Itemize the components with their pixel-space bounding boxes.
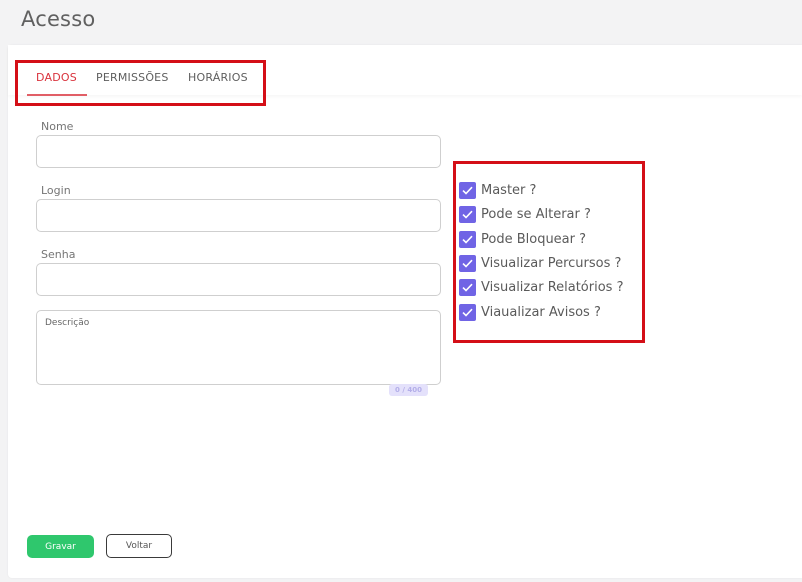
permission-label: Viaualizar Avisos ? bbox=[481, 304, 601, 320]
check-icon bbox=[462, 210, 473, 219]
login-label: Login bbox=[41, 184, 71, 197]
check-icon bbox=[462, 308, 473, 317]
check-icon bbox=[462, 186, 473, 195]
permission-visualizar-avisos[interactable]: Viaualizar Avisos ? bbox=[459, 303, 601, 321]
form-card: DADOS PERMISSÕES HORÁRIOS Nome Login Sen… bbox=[8, 45, 802, 578]
permission-master[interactable]: Master ? bbox=[459, 181, 536, 199]
nome-input[interactable] bbox=[36, 135, 441, 168]
checkbox-pode-se-alterar[interactable] bbox=[459, 205, 476, 223]
descricao-textarea[interactable]: Descrição bbox=[36, 310, 441, 385]
permission-label: Master ? bbox=[481, 182, 537, 198]
page-title: Acesso bbox=[21, 7, 96, 31]
nome-label: Nome bbox=[41, 120, 74, 133]
login-input[interactable] bbox=[36, 199, 441, 232]
save-button[interactable]: Gravar bbox=[27, 535, 94, 558]
permission-pode-bloquear[interactable]: Pode Bloquear ? bbox=[459, 230, 586, 248]
permission-visualizar-percursos[interactable]: Visualizar Percursos ? bbox=[459, 254, 621, 272]
check-icon bbox=[462, 235, 473, 244]
checkbox-visualizar-percursos[interactable] bbox=[459, 254, 476, 272]
character-counter: 0 / 400 bbox=[389, 384, 428, 396]
permission-pode-se-alterar[interactable]: Pode se Alterar ? bbox=[459, 205, 591, 223]
senha-label: Senha bbox=[41, 248, 76, 261]
descricao-label: Descrição bbox=[45, 318, 90, 328]
permission-label: Visualizar Relatórios ? bbox=[481, 279, 624, 295]
senha-input[interactable] bbox=[36, 263, 441, 296]
permission-label: Visualizar Percursos ? bbox=[481, 255, 622, 271]
checkbox-pode-bloquear[interactable] bbox=[459, 230, 476, 248]
permission-label: Pode Bloquear ? bbox=[481, 231, 587, 247]
back-button[interactable]: Voltar bbox=[106, 534, 172, 558]
checkbox-visualizar-avisos[interactable] bbox=[459, 303, 476, 321]
check-icon bbox=[462, 259, 473, 268]
permission-label: Pode se Alterar ? bbox=[481, 206, 591, 222]
checkbox-master[interactable] bbox=[459, 181, 476, 199]
check-icon bbox=[462, 283, 473, 292]
tabs-highlight-box bbox=[15, 60, 266, 106]
checkbox-visualizar-relatorios[interactable] bbox=[459, 278, 476, 296]
permission-visualizar-relatorios[interactable]: Visualizar Relatórios ? bbox=[459, 278, 623, 296]
